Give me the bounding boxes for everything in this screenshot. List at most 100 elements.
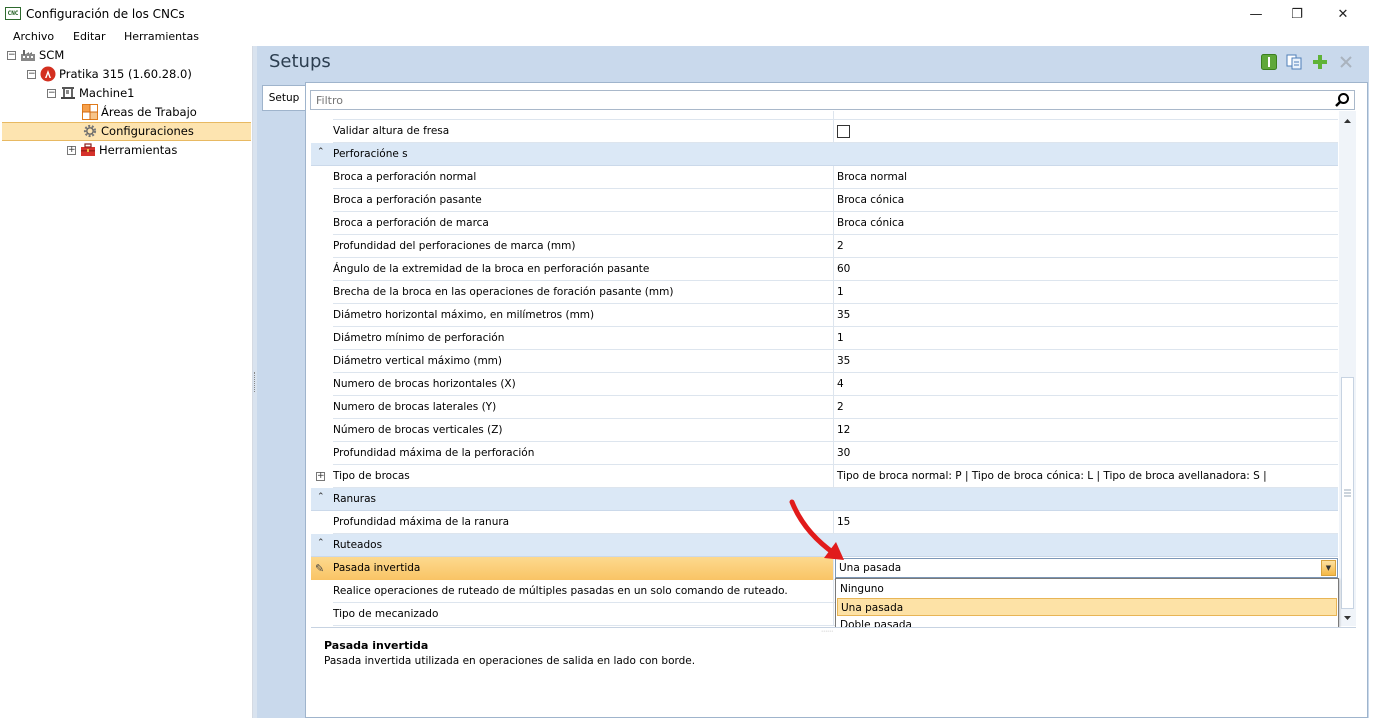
window-title: Configuración de los CNCs [26,7,185,21]
search-icon[interactable] [1334,92,1350,108]
grid-row-value[interactable]: 12 [834,419,1338,442]
grid-row-name: Profundidad del perforaciones de marca (… [333,235,834,258]
grid-row-name: Diámetro horizontal máximo, en milímetro… [333,304,834,327]
grid-row[interactable]: Broca a perforación de marca Broca cónica [311,212,1338,235]
gear-icon [82,123,98,139]
grid-row-value[interactable]: Broca cónica [834,189,1338,212]
collapse-icon[interactable]: − [27,69,36,79]
dropdown-option-ninguno[interactable]: Ninguno [837,580,1337,598]
menu-herramientas[interactable]: Herramientas [124,30,199,43]
tree-node-scm[interactable]: − SCM [7,46,64,64]
resize-grip[interactable]: ⋯⋯ [821,628,833,635]
grid-row-name: Profundidad máxima de la perforación [333,442,834,465]
menu-archivo[interactable]: Archivo [13,30,54,43]
pencil-icon: ✎ [315,562,325,575]
grid-row-value[interactable]: 35 [834,350,1338,373]
grid-row-value[interactable]: 1 [834,281,1338,304]
grid-row[interactable]: Diámetro horizontal máximo, en milímetro… [311,304,1338,327]
collapse-caret-icon[interactable]: ⌃ [317,492,325,502]
info-icon[interactable] [1261,54,1277,70]
grid-row[interactable]: Diámetro vertical máximo (mm) 35 [311,350,1338,373]
tree-node-herramientas[interactable]: + Herramientas [67,141,177,159]
menu-bar: Archivo Editar Herramientas [0,28,1373,46]
grid-row[interactable]: Diámetro mínimo de perforación 1 [311,327,1338,350]
grid-row-value[interactable]: 60 [834,258,1338,281]
grid-row-value[interactable]: Broca cónica [834,212,1338,235]
grid-row[interactable]: Brecha de la broca en las operaciones de… [311,281,1338,304]
copy-icon[interactable] [1286,54,1302,70]
grid-row-value[interactable]: 15 [834,511,1338,534]
tree-item-areas[interactable]: Áreas de Trabajo [82,103,197,121]
dropdown-option-una-pasada[interactable]: Una pasada [837,598,1337,616]
tree-item-configuraciones[interactable]: Configuraciones [82,122,194,140]
title-bar: CNC Configuración de los CNCs — ❐ ✕ [0,0,1373,28]
grid-row-value[interactable]: 2 [834,396,1338,419]
work-areas-icon [82,104,98,120]
tree-label-herramientas: Herramientas [99,143,178,157]
grid-row[interactable]: Profundidad máxima de la perforación 30 [311,442,1338,465]
collapse-icon[interactable]: − [47,88,56,98]
grid-row[interactable]: Numero de brocas horizontales (X) 4 [311,373,1338,396]
filter-input[interactable] [316,92,1326,108]
grid-row-name: Diámetro mínimo de perforación [333,327,834,350]
grid-row-value[interactable] [834,120,1338,143]
maximize-button[interactable]: ❐ [1274,0,1320,28]
grid-row-name: Pasada invertida [333,557,834,580]
pasada-invertida-combo[interactable]: Una pasada ▼ [835,558,1338,578]
grid-row-value[interactable]: 30 [834,442,1338,465]
description-title: Pasada invertida [324,639,429,652]
grid-row-name: Numero de brocas horizontales (X) [333,373,834,396]
expand-icon[interactable]: + [316,472,325,481]
delete-icon[interactable] [1338,54,1354,70]
description-text: Pasada invertida utilizada en operacione… [324,655,696,667]
grid-row-value[interactable]: 35 [834,304,1338,327]
category-perforaciones[interactable]: ⌃ Perforacióne s [311,143,1338,166]
expand-icon[interactable]: + [67,145,76,155]
grid-row-value[interactable]: Broca normal [834,166,1338,189]
dropdown-list: Ninguno Una pasada Doble pasada [835,578,1339,634]
minimize-button[interactable]: — [1233,0,1279,28]
grid-row-value[interactable]: 4 [834,373,1338,396]
grid-row-value[interactable]: 2 [834,235,1338,258]
tree-label-pratika: Pratika 315 (1.60.28.0) [59,67,192,81]
scrollbar-thumb[interactable] [1341,377,1354,609]
close-button[interactable]: ✕ [1320,0,1366,28]
chevron-down-icon[interactable]: ▼ [1321,560,1336,576]
validar-altura-checkbox[interactable] [837,125,850,138]
grid-row-name: Broca a perforación de marca [333,212,834,235]
grid-row[interactable]: Broca a perforación pasante Broca cónica [311,189,1338,212]
grid-row[interactable]: Profundidad del perforaciones de marca (… [311,235,1338,258]
category-label: Perforacióne s [333,148,408,160]
grid-row-name: Ángulo de la extremidad de la broca en p… [333,258,834,281]
page-title: Setups [269,51,331,72]
grid-row[interactable]: Broca a perforación normal Broca normal [311,166,1338,189]
collapse-icon[interactable]: − [7,50,16,60]
grid-row[interactable]: Numero de brocas laterales (Y) 2 [311,396,1338,419]
collapse-caret-icon[interactable]: ⌃ [317,147,325,157]
grid-row[interactable]: Ángulo de la extremidad de la broca en p… [311,258,1338,281]
tree-label-areas: Áreas de Trabajo [101,105,197,119]
grid-row-value[interactable]: Tipo de broca normal: P | Tipo de broca … [834,465,1338,488]
tree-panel: − SCM − Pratika 315 (1.60.28.0) − Machin… [2,46,253,718]
grid-row-name: Numero de brocas laterales (Y) [333,396,834,419]
tab-setup[interactable]: Setup [262,85,305,111]
grid-row-value[interactable]: 1 [834,327,1338,350]
add-icon[interactable] [1312,54,1328,70]
grid-row-hidden [311,111,1338,120]
splitter-grip[interactable] [254,372,256,392]
menu-editar[interactable]: Editar [73,30,106,43]
grid-row-name: Diámetro vertical máximo (mm) [333,350,834,373]
tree-label-scm: SCM [39,48,65,62]
grid-row[interactable]: + Tipo de brocas Tipo de broca normal: P |… [311,465,1338,488]
factory-icon [20,47,36,63]
tree-node-machine1[interactable]: − Machine1 [47,84,134,102]
grid-row[interactable]: Validar altura de fresa [311,120,1338,143]
grid-row[interactable]: Número de brocas verticales (Z) 12 [311,419,1338,442]
collapse-caret-icon[interactable]: ⌃ [317,538,325,548]
app-icon: CNC [5,7,21,20]
category-label: Ruteados [333,539,383,551]
tree-label-machine1: Machine1 [79,86,135,100]
category-label: Ranuras [333,493,377,505]
tree-node-pratika[interactable]: − Pratika 315 (1.60.28.0) [27,65,192,83]
grid-row-name: Broca a perforación pasante [333,189,834,212]
